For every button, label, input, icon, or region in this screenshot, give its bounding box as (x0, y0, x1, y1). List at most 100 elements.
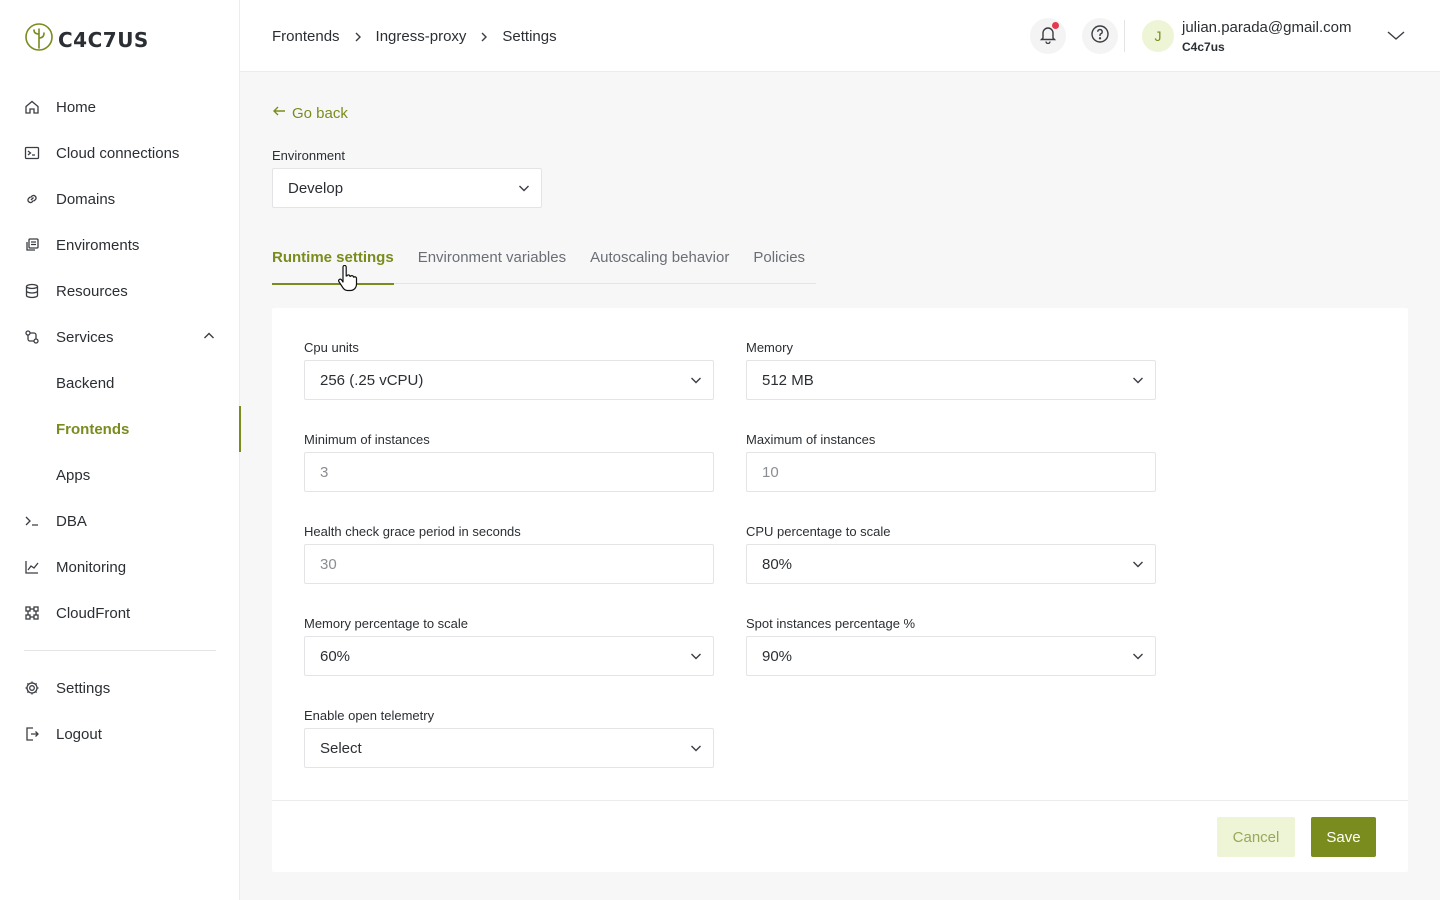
hand-pointer-cursor-icon (336, 264, 358, 298)
environment-value: Develop (288, 179, 344, 197)
chevron-right-icon (478, 31, 490, 43)
prompt-icon (24, 513, 40, 529)
gear-icon (24, 680, 40, 696)
sidebar-item-label: Enviroments (56, 236, 140, 254)
go-back-label: Go back (292, 104, 348, 122)
memory-scale-select[interactable]: 60% (304, 636, 714, 676)
health-check-input[interactable] (304, 544, 714, 584)
brand-logo[interactable]: C4C7US (24, 22, 149, 57)
tab-policies[interactable]: Policies (753, 240, 805, 284)
cpu-units-value: 256 (.25 vCPU) (320, 371, 424, 389)
chart-line-icon (24, 559, 40, 575)
spot-instances-label: Spot instances percentage % (746, 616, 916, 631)
cactus-logo-icon (24, 22, 54, 57)
sidebar-item-label: Frontends (56, 420, 130, 438)
sidebar-item-label: Monitoring (56, 558, 127, 576)
telemetry-value: Select (320, 739, 362, 757)
max-instances-input[interactable] (746, 452, 1156, 492)
memory-select[interactable]: 512 MB (746, 360, 1156, 400)
sidebar-item-label: Domains (56, 190, 116, 208)
help-circle-icon (1090, 24, 1110, 49)
cloudfront-icon (24, 605, 40, 621)
sidebar-nav: Home Cloud connections Domains Enviromen… (0, 84, 241, 757)
card-footer-divider (272, 800, 1408, 801)
sidebar-item-backend[interactable]: Backend (0, 360, 240, 406)
notifications-button[interactable] (1030, 18, 1066, 54)
cancel-button[interactable]: Cancel (1217, 817, 1295, 857)
link-icon (24, 191, 40, 207)
chevron-up-icon (202, 329, 216, 347)
logout-icon (24, 726, 40, 742)
spot-instances-value: 90% (762, 647, 793, 665)
arrow-left-icon (272, 104, 286, 122)
chevron-right-icon (352, 31, 364, 43)
terminal-window-icon (24, 145, 40, 161)
tab-autoscaling-behavior[interactable]: Autoscaling behavior (590, 240, 729, 284)
sidebar-item-dba[interactable]: DBA (0, 498, 240, 544)
go-back-link[interactable]: Go back (272, 104, 348, 122)
cpu-scale-select[interactable]: 80% (746, 544, 1156, 584)
user-organization: C4c7us (1182, 40, 1225, 54)
environment-select[interactable]: Develop (272, 168, 542, 208)
avatar[interactable]: J (1142, 20, 1174, 52)
sidebar-item-label: CloudFront (56, 604, 131, 622)
sidebar-item-label: Logout (56, 725, 102, 743)
max-instances-label: Maximum of instances (746, 432, 876, 447)
tab-environment-variables[interactable]: Environment variables (418, 240, 566, 284)
sidebar-item-enviroments[interactable]: Enviroments (0, 222, 240, 268)
min-instances-input[interactable] (304, 452, 714, 492)
sidebar-divider (24, 650, 216, 651)
home-icon (24, 99, 40, 115)
sidebar-item-cloudfront[interactable]: CloudFront (0, 590, 240, 636)
chevron-down-icon (517, 181, 531, 199)
cpu-scale-label: CPU percentage to scale (746, 524, 891, 539)
notification-dot (1052, 22, 1059, 29)
sidebar-item-label: Services (56, 328, 114, 346)
breadcrumb-item-settings: Settings (502, 28, 557, 45)
spot-instances-select[interactable]: 90% (746, 636, 1156, 676)
tab-runtime-settings[interactable]: Runtime settings (272, 240, 394, 285)
min-instances-label: Minimum of instances (304, 432, 430, 447)
health-check-label: Health check grace period in seconds (304, 524, 521, 539)
sidebar-item-label: Home (56, 98, 97, 116)
sidebar-item-frontends[interactable]: Frontends (0, 406, 241, 452)
sidebar-item-label: Cloud connections (56, 144, 180, 162)
sidebar-item-label: Settings (56, 679, 111, 697)
services-icon (24, 329, 40, 345)
telemetry-label: Enable open telemetry (304, 708, 435, 723)
header-divider (1124, 20, 1125, 52)
sidebar-item-apps[interactable]: Apps (0, 452, 240, 498)
breadcrumb-item-frontends[interactable]: Frontends (272, 28, 340, 45)
sidebar-item-logout[interactable]: Logout (0, 711, 240, 757)
sidebar-item-services[interactable]: Services (0, 314, 240, 360)
sidebar-item-cloud-connections[interactable]: Cloud connections (0, 130, 240, 176)
chevron-down-icon (689, 649, 703, 667)
runtime-settings-card: Cpu units 256 (.25 vCPU) Memory 512 MB M… (272, 308, 1408, 872)
sidebar-item-home[interactable]: Home (0, 84, 240, 130)
environments-icon (24, 237, 40, 253)
sidebar-item-resources[interactable]: Resources (0, 268, 240, 314)
user-email: julian.parada@gmail.com (1182, 19, 1352, 36)
sidebar-item-domains[interactable]: Domains (0, 176, 240, 222)
sidebar-item-label: DBA (56, 512, 87, 530)
sidebar-item-settings[interactable]: Settings (0, 665, 240, 711)
chevron-down-icon (1131, 557, 1145, 575)
chevron-down-icon (689, 741, 703, 759)
top-header: Frontends Ingress-proxy Settings J julia… (240, 0, 1440, 72)
telemetry-select[interactable]: Select (304, 728, 714, 768)
cpu-units-select[interactable]: 256 (.25 vCPU) (304, 360, 714, 400)
memory-label: Memory (746, 340, 793, 355)
breadcrumb-item-ingress-proxy[interactable]: Ingress-proxy (376, 28, 467, 45)
save-button[interactable]: Save (1311, 817, 1376, 857)
chevron-down-icon (1131, 373, 1145, 391)
memory-scale-label: Memory percentage to scale (304, 616, 469, 631)
sidebar-item-label: Apps (56, 466, 91, 484)
sidebar-item-label: Backend (56, 374, 115, 392)
brand-name: C4C7US (58, 27, 149, 52)
user-menu-chevron-down-icon[interactable] (1386, 28, 1406, 49)
header-actions (1030, 18, 1118, 54)
help-button[interactable] (1082, 18, 1118, 54)
sidebar-item-monitoring[interactable]: Monitoring (0, 544, 240, 590)
breadcrumb: Frontends Ingress-proxy Settings (272, 28, 557, 45)
memory-scale-value: 60% (320, 647, 351, 665)
